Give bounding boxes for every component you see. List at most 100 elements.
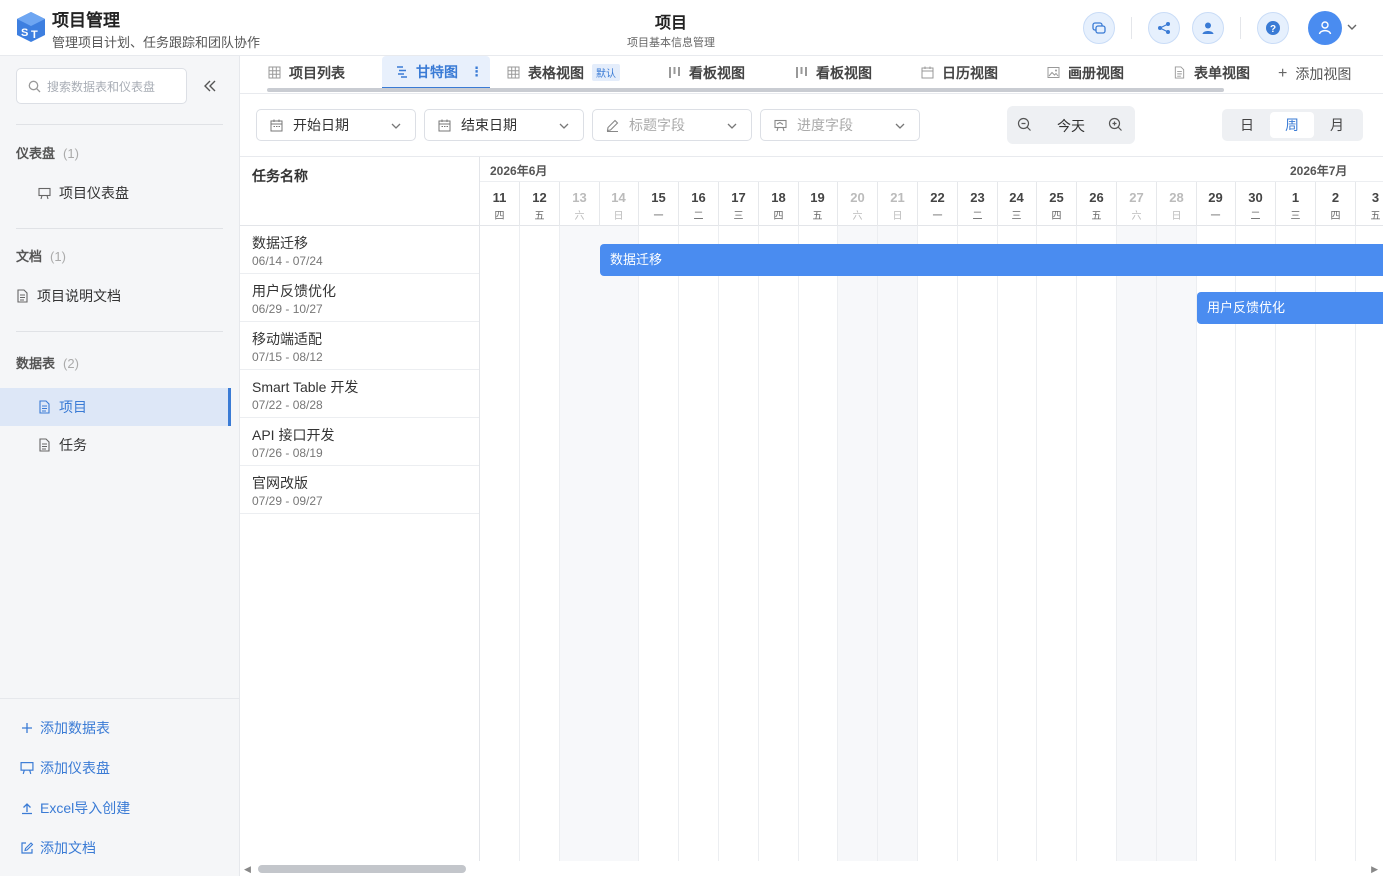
start-date-select[interactable]: 开始日期	[256, 109, 416, 141]
day-number: 1	[1291, 190, 1300, 205]
chevron-down-icon	[391, 123, 401, 129]
task-row[interactable]: 移动端适配 07/15 - 08/12	[240, 322, 479, 370]
collapse-sidebar-icon[interactable]	[201, 77, 219, 95]
help-button[interactable]: ?	[1257, 12, 1289, 44]
sidebar-item-tasks[interactable]: 任务	[0, 426, 231, 464]
user-icon	[1202, 22, 1214, 34]
tab-gallery[interactable]: 画册视图	[1047, 56, 1124, 89]
action-label: 添加数据表	[40, 720, 110, 736]
tab-kanban-1[interactable]: 看板视图	[668, 56, 745, 89]
tab-gantt[interactable]: 甘特图 ⋮	[382, 56, 490, 89]
gantt-icon	[397, 66, 407, 78]
end-date-select[interactable]: 结束日期	[424, 109, 584, 141]
day-cell: 3五	[1356, 182, 1383, 227]
tab-form[interactable]: 表单视图	[1173, 56, 1250, 89]
top-header: S T 项目管理 管理项目计划、任务跟踪和团队协作 项目 项目基本信息管理 ?	[0, 0, 1383, 56]
kanban-icon	[796, 67, 807, 78]
zoom-in-icon[interactable]	[1108, 117, 1123, 132]
scale-week[interactable]: 周	[1270, 112, 1314, 138]
svg-text:T: T	[31, 29, 38, 41]
chat-button[interactable]	[1083, 12, 1115, 44]
task-date-range: 07/22 - 08/28	[252, 398, 323, 412]
weekday-label: 四	[773, 211, 784, 222]
task-date-range: 07/15 - 08/12	[252, 350, 323, 364]
add-view-label: 添加视图	[1295, 66, 1352, 82]
tab-kanban-2[interactable]: 看板视图	[795, 56, 872, 89]
day-cell: 19 五	[798, 182, 838, 227]
task-bar[interactable]: 用户反馈优化	[1197, 292, 1383, 324]
sidebar-divider	[16, 228, 223, 229]
today-button[interactable]: 今天	[1047, 116, 1095, 136]
weekday-label: 二	[693, 211, 704, 222]
day-header: 11 四 12 五 13 六 14 日 15 一 16 二 17 三 18 四 19 五 20 六 21 日 22 一 23 二 2…	[480, 181, 1383, 227]
calendar-icon	[270, 119, 283, 131]
sidebar-search[interactable]	[16, 68, 187, 104]
sidebar-item-project-dashboard[interactable]: 项目仪表盘	[0, 174, 231, 212]
sidebar-item-project-doc[interactable]: 项目说明文档	[0, 277, 231, 315]
add-dashboard-button[interactable]: 添加仪表盘	[20, 758, 110, 778]
task-row[interactable]: API 接口开发 07/26 - 08/19	[240, 418, 479, 466]
add-view-button[interactable]: + 添加视图	[1278, 56, 1351, 92]
tab-label: 画册视图	[1068, 64, 1124, 81]
image-icon	[1047, 67, 1060, 78]
weekday-label: 五	[1091, 211, 1102, 222]
day-number: 25	[1049, 190, 1064, 205]
user-avatar[interactable]	[1308, 11, 1342, 45]
select-placeholder: 标题字段	[629, 117, 685, 133]
title-field-select[interactable]: 标题字段	[592, 109, 752, 141]
scroll-right-icon[interactable]: ▶	[1371, 864, 1378, 875]
task-row[interactable]: 数据迁移 06/14 - 07/24	[240, 226, 479, 274]
group-label: 数据表	[16, 356, 56, 371]
task-row[interactable]: 用户反馈优化 06/29 - 10/27	[240, 274, 479, 322]
zoom-controls: 今天	[1007, 106, 1135, 144]
add-document-button[interactable]: 添加文档	[20, 838, 96, 858]
sidebar-item-label: 任务	[59, 437, 87, 453]
excel-import-button[interactable]: Excel导入创建	[20, 798, 130, 818]
search-input[interactable]	[47, 77, 182, 97]
grid-line	[638, 226, 639, 861]
day-cell: 20 六	[838, 182, 878, 227]
add-table-button[interactable]: 添加数据表	[20, 718, 110, 738]
header-divider	[1131, 17, 1132, 39]
view-tabs: 项目列表 甘特图 ⋮ 表格视图 默认 看板视图 看板视图 日历视图 画册视图 表…	[240, 56, 1383, 94]
day-cell: 14 日	[599, 182, 639, 227]
plus-icon	[22, 723, 32, 733]
task-row[interactable]: Smart Table 开发 07/22 - 08/28	[240, 370, 479, 418]
scrollbar-thumb[interactable]	[258, 865, 466, 873]
tab-project-list[interactable]: 项目列表	[268, 56, 345, 89]
members-button[interactable]	[1192, 12, 1224, 44]
zoom-out-icon[interactable]	[1017, 117, 1032, 132]
tab-calendar[interactable]: 日历视图	[921, 56, 998, 89]
scale-day[interactable]: 日	[1225, 112, 1269, 138]
header-divider	[1240, 17, 1241, 39]
sidebar-item-projects[interactable]: 项目	[0, 388, 231, 426]
weekday-label: 三	[733, 211, 744, 222]
share-button[interactable]	[1148, 12, 1180, 44]
grid-line	[758, 226, 759, 861]
chevron-down-icon[interactable]	[1345, 20, 1359, 34]
action-label: 添加仪表盘	[40, 760, 110, 776]
scale-month[interactable]: 月	[1315, 112, 1359, 138]
upload-icon	[22, 803, 32, 815]
tab-label: 项目列表	[289, 64, 345, 81]
page-subtitle: 项目基本信息管理	[627, 37, 715, 49]
day-cell: 24 三	[997, 182, 1037, 227]
horizontal-scrollbar[interactable]: ◀ ▶	[240, 861, 1383, 876]
tabs-scrollbar[interactable]	[267, 88, 1224, 92]
dashboard-icon	[20, 762, 34, 775]
progress-field-select[interactable]: 进度字段	[760, 109, 920, 141]
task-bar[interactable]: 数据迁移	[600, 244, 1383, 276]
tab-label: 看板视图	[689, 64, 745, 81]
weekday-label: 三	[1011, 211, 1022, 222]
chat-icon	[1092, 22, 1106, 34]
month-label: 2026年7月	[1290, 164, 1348, 178]
weekday-label: 二	[972, 211, 983, 222]
day-cell: 28 日	[1157, 182, 1197, 227]
day-number: 24	[1009, 190, 1024, 205]
task-row[interactable]: 官网改版 07/29 - 09/27	[240, 466, 479, 514]
scroll-left-icon[interactable]: ◀	[244, 864, 251, 875]
weekend-column	[560, 226, 600, 861]
tab-table-view[interactable]: 表格视图 默认	[507, 56, 620, 89]
more-icon[interactable]: ⋮	[470, 64, 483, 80]
day-cell: 22 一	[918, 182, 958, 227]
